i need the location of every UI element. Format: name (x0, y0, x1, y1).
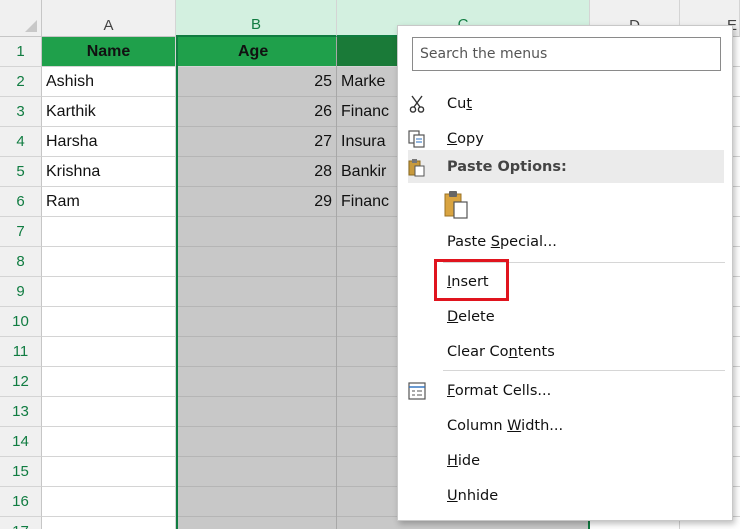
cell-age[interactable]: 25 (176, 67, 337, 97)
menu-item-paste-special[interactable]: Paste Special... (398, 224, 732, 259)
row-header[interactable]: 9 (0, 277, 42, 307)
paste-icon (406, 156, 428, 178)
menu-label: Paste Options: (447, 158, 567, 175)
empty-cell[interactable] (42, 307, 176, 337)
cell-name[interactable]: Karthik (42, 97, 176, 127)
empty-cell[interactable] (42, 487, 176, 517)
search-menus-input[interactable]: Search the menus (412, 37, 721, 71)
row-header[interactable]: 4 (0, 127, 42, 157)
empty-cell[interactable] (42, 277, 176, 307)
row-header[interactable]: 6 (0, 187, 42, 217)
empty-cell[interactable] (176, 397, 337, 427)
menu-item-hide[interactable]: Hide (398, 443, 732, 478)
cell-a1[interactable]: Name (42, 37, 176, 67)
highlight-box (434, 259, 509, 301)
column-label: B (250, 16, 261, 33)
row-header[interactable]: 10 (0, 307, 42, 337)
cell-age[interactable]: 29 (176, 187, 337, 217)
row-header[interactable]: 17 (0, 517, 42, 529)
cell-name[interactable]: Harsha (42, 127, 176, 157)
empty-cell[interactable] (42, 337, 176, 367)
row-header[interactable]: 7 (0, 217, 42, 247)
menu-separator (443, 370, 725, 371)
empty-cell[interactable] (176, 457, 337, 487)
empty-cell[interactable] (42, 517, 176, 529)
row-header[interactable]: 13 (0, 397, 42, 427)
empty-cell[interactable] (176, 217, 337, 247)
cell-age[interactable]: 26 (176, 97, 337, 127)
menu-item-clear-contents[interactable]: Clear Contents (398, 334, 732, 369)
empty-cell[interactable] (42, 367, 176, 397)
row-header[interactable]: 5 (0, 157, 42, 187)
format-cells-icon (406, 380, 428, 402)
empty-cell[interactable] (42, 247, 176, 277)
menu-label: Paste Special... (447, 233, 557, 250)
empty-cell[interactable] (42, 397, 176, 427)
selection-divider (336, 37, 337, 529)
paste-clipboard-icon[interactable] (442, 189, 472, 221)
empty-cell[interactable] (176, 427, 337, 457)
select-all-corner[interactable] (0, 0, 42, 37)
paste-options-header: Paste Options: (408, 150, 724, 183)
menu-label: Clear Contents (447, 343, 555, 360)
menu-label: Column Width... (447, 417, 564, 434)
row-header[interactable]: 14 (0, 427, 42, 457)
menu-item-format-cells[interactable]: Format Cells... (398, 373, 732, 408)
cell-name[interactable]: Krishna (42, 157, 176, 187)
empty-cell[interactable] (42, 427, 176, 457)
empty-cell[interactable] (42, 457, 176, 487)
menu-item-delete[interactable]: Delete (398, 299, 732, 334)
row-header[interactable]: 16 (0, 487, 42, 517)
row-header[interactable]: 1 (0, 37, 42, 67)
column-header-a[interactable]: A (42, 0, 176, 37)
cell-name[interactable]: Ram (42, 187, 176, 217)
menu-label: Delete (447, 308, 495, 325)
cell-b1[interactable]: Age (176, 37, 337, 67)
row-header[interactable]: 8 (0, 247, 42, 277)
menu-label: Copy (447, 130, 484, 147)
cell-name[interactable]: Ashish (42, 67, 176, 97)
menu-label: Cut (447, 95, 473, 112)
cell-age[interactable]: 27 (176, 127, 337, 157)
menu-item-column-width[interactable]: Column Width... (398, 408, 732, 443)
row-header[interactable]: 11 (0, 337, 42, 367)
empty-cell[interactable] (176, 367, 337, 397)
menu-item-cut[interactable]: Cut (398, 86, 732, 121)
cell-age[interactable]: 28 (176, 157, 337, 187)
column-header-b[interactable]: B (176, 0, 337, 37)
empty-cell[interactable] (176, 307, 337, 337)
row-header[interactable]: 12 (0, 367, 42, 397)
copy-icon (406, 128, 428, 150)
row-header[interactable]: 15 (0, 457, 42, 487)
row-header[interactable]: 3 (0, 97, 42, 127)
menu-label: Format Cells... (447, 382, 552, 399)
context-menu: Search the menus Cut Copy Paste Options:… (397, 25, 733, 521)
column-label: A (103, 17, 114, 34)
empty-cell[interactable] (176, 247, 337, 277)
menu-label: Unhide (447, 487, 499, 504)
row-header[interactable]: 2 (0, 67, 42, 97)
empty-cell[interactable] (42, 217, 176, 247)
empty-cell[interactable] (176, 517, 337, 529)
search-placeholder: Search the menus (420, 46, 548, 62)
menu-item-unhide[interactable]: Unhide (398, 478, 732, 513)
empty-cell[interactable] (176, 337, 337, 367)
scissors-icon (406, 93, 428, 115)
empty-cell[interactable] (176, 487, 337, 517)
empty-cell[interactable] (176, 277, 337, 307)
menu-label: Hide (447, 452, 481, 469)
